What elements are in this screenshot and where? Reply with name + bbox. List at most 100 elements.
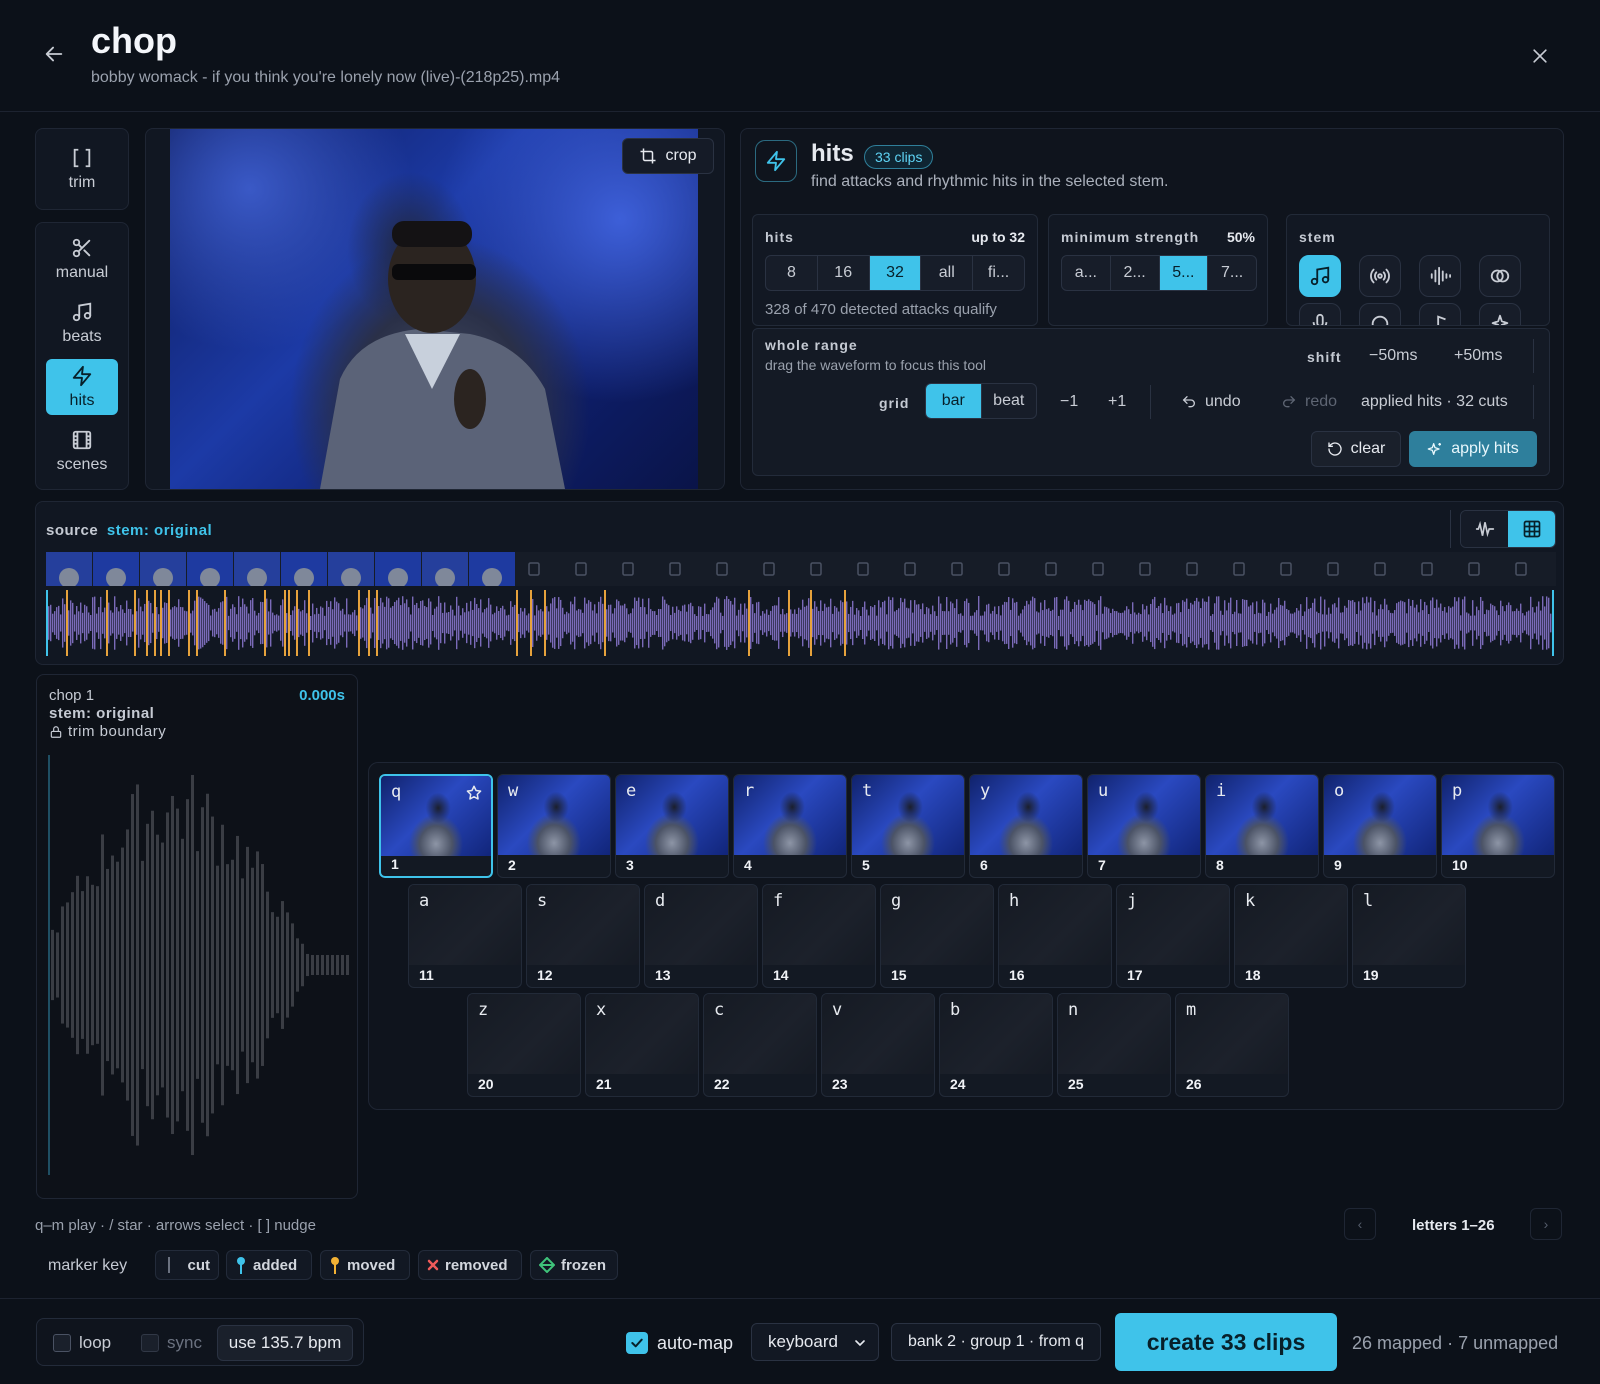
create-clips-button[interactable]: create 33 clips [1115, 1313, 1337, 1371]
bank-button[interactable]: bank 2 · group 1 · from q [891, 1323, 1101, 1361]
stem-waveform-button[interactable] [1419, 255, 1461, 297]
prev-page-button[interactable]: ‹ [1344, 1208, 1376, 1240]
key-number: 16 [1009, 967, 1025, 983]
key-pad-r[interactable]: r4 [733, 774, 847, 878]
stem-other-button[interactable] [1479, 303, 1521, 325]
key-pad-u[interactable]: u7 [1087, 774, 1201, 878]
undo-button[interactable]: undo [1181, 393, 1241, 411]
grid-view-button[interactable] [1508, 511, 1555, 547]
tool-scenes-label: scenes [56, 456, 108, 473]
star-icon[interactable] [465, 784, 483, 802]
key-pad-w[interactable]: w2 [497, 774, 611, 878]
chevron-down-icon [852, 1335, 868, 1351]
strength-option-a[interactable]: a... [1062, 256, 1111, 290]
grid-bar-option[interactable]: bar [926, 384, 982, 418]
key-pad-y[interactable]: y6 [969, 774, 1083, 878]
strength-option-7[interactable]: 7... [1208, 256, 1256, 290]
map-mode-select[interactable]: keyboard [751, 1323, 879, 1361]
key-pad-d[interactable]: d 13 [644, 884, 758, 988]
applied-status: applied hits · 32 cuts [1361, 393, 1508, 410]
next-page-button[interactable]: › [1530, 1208, 1562, 1240]
key-pad-e[interactable]: e3 [615, 774, 729, 878]
tool-scenes[interactable]: scenes [46, 423, 118, 479]
stem-drums-button[interactable] [1359, 303, 1401, 325]
key-pad-j[interactable]: j 17 [1116, 884, 1230, 988]
stem-bass-button[interactable] [1419, 303, 1461, 325]
shift-minus-50-button[interactable]: −50ms [1369, 347, 1417, 365]
key-pad-x[interactable]: x 21 [585, 993, 699, 1097]
hits-option-all[interactable]: all [921, 256, 974, 290]
loop-checkbox[interactable] [53, 1334, 71, 1352]
thumbnail-strip[interactable] [46, 552, 1556, 586]
trim-boundary-lock[interactable]: trim boundary [49, 723, 166, 740]
strength-label: minimum strength [1061, 229, 1200, 245]
key-pad-t[interactable]: t5 [851, 774, 965, 878]
sync-label: sync [167, 1333, 202, 1352]
shift-plus-50-button[interactable]: +50ms [1454, 347, 1502, 365]
clear-button[interactable]: clear [1311, 431, 1401, 467]
frozen-diamond-icon [539, 1257, 555, 1273]
key-pad-f[interactable]: f 14 [762, 884, 876, 988]
lock-icon [49, 725, 63, 739]
key-pad-a[interactable]: a 11 [408, 884, 522, 988]
key-pad-q[interactable]: q1 [379, 774, 493, 878]
strength-option-5[interactable]: 5... [1159, 256, 1209, 290]
key-number: 13 [655, 967, 671, 983]
key-pad-i[interactable]: i8 [1205, 774, 1319, 878]
key-letter: q [391, 782, 402, 802]
broadcast-icon [1369, 265, 1391, 287]
grid-plus-one-button[interactable]: +1 [1108, 393, 1126, 411]
sync-checkbox[interactable] [141, 1334, 159, 1352]
waveform-view-button[interactable] [1461, 511, 1508, 547]
hits-option-16[interactable]: 16 [818, 256, 870, 290]
strength-value: 50% [1226, 229, 1255, 245]
key-pad-v[interactable]: v 23 [821, 993, 935, 1097]
hits-option-fit[interactable]: fi... [973, 256, 1024, 290]
redo-button[interactable]: redo [1281, 393, 1337, 411]
key-pad-o[interactable]: o9 [1323, 774, 1437, 878]
grid-beat-option[interactable]: beat [982, 384, 1037, 418]
divider [1533, 339, 1534, 373]
key-pad-b[interactable]: b 24 [939, 993, 1053, 1097]
key-pad-h[interactable]: h 16 [998, 884, 1112, 988]
key-pad-n[interactable]: n 25 [1057, 993, 1171, 1097]
key-number: 4 [744, 857, 752, 873]
stem-original-button[interactable] [1299, 255, 1341, 297]
use-bpm-button[interactable]: use 135.7 bpm [217, 1325, 353, 1361]
video-frame[interactable] [170, 129, 698, 489]
apply-hits-button[interactable]: apply hits [1409, 431, 1537, 467]
stem-mix-button[interactable] [1479, 255, 1521, 297]
key-pad-s[interactable]: s 12 [526, 884, 640, 988]
video-preview [145, 128, 725, 490]
strength-option-2[interactable]: 2... [1111, 256, 1160, 290]
crop-button[interactable]: crop [622, 138, 714, 174]
hits-option-8[interactable]: 8 [766, 256, 818, 290]
key-letter: x [596, 1000, 607, 1020]
grid-minus-one-button[interactable]: −1 [1060, 393, 1078, 411]
grid-label: grid [879, 395, 910, 411]
key-pad-k[interactable]: k 18 [1234, 884, 1348, 988]
key-pad-l[interactable]: l 19 [1352, 884, 1466, 988]
close-button[interactable] [1526, 42, 1554, 70]
key-pad-p[interactable]: p 10 [1441, 774, 1555, 878]
tool-hits[interactable]: hits [46, 359, 118, 415]
key-pad-g[interactable]: g 15 [880, 884, 994, 988]
key-pad-z[interactable]: z 20 [467, 993, 581, 1097]
source-stem: stem: original [106, 522, 213, 539]
source-waveform[interactable] [46, 590, 1556, 656]
hits-description: find attacks and rhythmic hits in the se… [811, 173, 1169, 190]
auto-map-checkbox[interactable] [626, 1332, 648, 1354]
tool-beats[interactable]: beats [46, 295, 118, 351]
stem-card: stem [1286, 214, 1550, 326]
undo-icon [1181, 394, 1197, 410]
key-pad-m[interactable]: m 26 [1175, 993, 1289, 1097]
marker-frozen-chip: frozen [530, 1250, 618, 1280]
hits-option-32[interactable]: 32 [869, 256, 922, 290]
tool-manual[interactable]: manual [46, 231, 118, 287]
tool-trim[interactable]: trim [46, 141, 118, 197]
hits-count-selector: 8 16 32 all fi... [765, 255, 1025, 291]
back-button[interactable] [40, 40, 68, 68]
stem-broadcast-button[interactable] [1359, 255, 1401, 297]
stem-vocals-button[interactable] [1299, 303, 1341, 325]
key-pad-c[interactable]: c 22 [703, 993, 817, 1097]
